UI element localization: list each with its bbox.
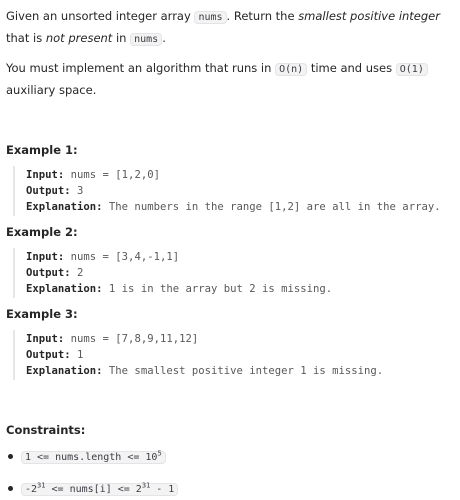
explanation-value: The numbers in the range [1,2] are all i… xyxy=(102,201,441,213)
statement-emphasis: not present xyxy=(45,31,113,45)
output-label: Output: xyxy=(26,185,71,197)
input-label: Input: xyxy=(26,251,65,263)
inline-code-time: O(n) xyxy=(275,63,308,76)
bullet-icon xyxy=(8,486,13,491)
output-label: Output: xyxy=(26,267,71,279)
constraint-text: - 1 xyxy=(150,484,175,495)
explanation-value: The smallest positive integer 1 is missi… xyxy=(102,365,384,377)
constraints-list: 1 <= nums.length <= 105 -2 31 <= nums[i] … xyxy=(6,446,456,500)
problem-description: Given an unsorted integer array nums. Re… xyxy=(0,0,460,500)
constraint-exponent: 5 xyxy=(157,449,162,458)
output-label: Output: xyxy=(26,349,71,361)
complexity-requirement: You must implement an algorithm that run… xyxy=(6,58,456,100)
inline-code-space: O(1) xyxy=(395,63,428,76)
constraint-text: 1 <= nums.length <= 10 xyxy=(25,452,158,463)
output-value: 2 xyxy=(70,267,84,279)
statement-text: Given an unsorted integer array xyxy=(6,9,195,23)
constraint-exponent: 31 xyxy=(141,481,151,490)
example-2: Example 2: Input: nums = [3,4,-1,1] Outp… xyxy=(6,224,456,298)
example-block: Input: nums = [1,2,0] Output: 3 Explanat… xyxy=(13,166,456,216)
output-value: 1 xyxy=(70,349,84,361)
statement-text: . xyxy=(162,31,166,45)
constraint-text: -2 xyxy=(25,484,38,495)
constraint-text: <= nums[i] <= 2 xyxy=(45,484,142,495)
constraint-code: -231 <= nums[i] <= 231 - 1 xyxy=(21,481,179,496)
input-value: nums = [1,2,0] xyxy=(64,169,160,181)
problem-statement: Given an unsorted integer array nums. Re… xyxy=(6,6,456,50)
constraint-code: 1 <= nums.length <= 105 xyxy=(21,449,166,464)
example-block: Input: nums = [3,4,-1,1] Output: 2 Expla… xyxy=(13,248,456,298)
statement-emphasis: smallest positive integer xyxy=(298,9,440,23)
example-1: Example 1: Input: nums = [1,2,0] Output:… xyxy=(6,142,456,216)
constraints-title: Constraints: xyxy=(6,423,86,437)
explanation-value: 1 is in the array but 2 is missing. xyxy=(102,283,333,295)
inline-code-nums: nums xyxy=(194,11,227,24)
example-title: Example 2: xyxy=(6,225,78,239)
input-value: nums = [3,4,-1,1] xyxy=(64,251,180,263)
statement-text: that is xyxy=(6,31,46,45)
constraint-item: -231 <= nums[i] <= 231 - 1 xyxy=(6,478,456,500)
explanation-label: Explanation: xyxy=(26,283,103,295)
output-value: 3 xyxy=(70,185,84,197)
explanation-label: Explanation: xyxy=(26,201,103,213)
input-label: Input: xyxy=(26,333,65,345)
input-value: nums = [7,8,9,11,12] xyxy=(64,333,199,345)
example-block: Input: nums = [7,8,9,11,12] Output: 1 Ex… xyxy=(13,330,456,380)
constraints-section: Constraints: 1 <= nums.length <= 105 -2 3… xyxy=(6,422,456,500)
example-title: Example 3: xyxy=(6,307,78,321)
example-title: Example 1: xyxy=(6,143,78,157)
requirement-text: You must implement an algorithm that run… xyxy=(6,61,276,75)
explanation-label: Explanation: xyxy=(26,365,103,377)
input-label: Input: xyxy=(26,169,65,181)
requirement-text: time and uses xyxy=(307,61,396,75)
bullet-icon xyxy=(8,454,13,459)
statement-text: in xyxy=(112,31,131,45)
example-3: Example 3: Input: nums = [7,8,9,11,12] O… xyxy=(6,306,456,380)
statement-text: . Return the xyxy=(226,9,299,23)
constraint-item: 1 <= nums.length <= 105 xyxy=(6,446,456,468)
requirement-text: auxiliary space. xyxy=(6,83,97,97)
inline-code-nums: nums xyxy=(130,33,163,46)
